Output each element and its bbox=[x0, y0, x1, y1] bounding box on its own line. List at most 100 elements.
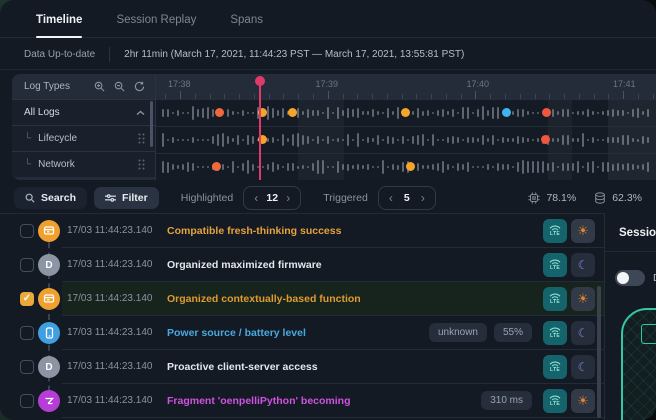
event-dot[interactable] bbox=[542, 108, 551, 117]
log-list: 17/03 11:44:23.140Compatible fresh-think… bbox=[0, 213, 604, 420]
row-checkbox[interactable] bbox=[20, 360, 34, 374]
triggered-value: 5 bbox=[399, 192, 415, 204]
tree-branch-icon: └ bbox=[24, 133, 31, 144]
event-dot[interactable] bbox=[406, 162, 415, 171]
event-dot[interactable] bbox=[502, 108, 511, 117]
ruler-tick bbox=[180, 91, 181, 99]
row-badge: 55% bbox=[494, 323, 532, 342]
network-lte-button[interactable]: LTE bbox=[543, 321, 567, 345]
triggered-label: Triggered bbox=[323, 192, 368, 204]
drag-handle-icon[interactable] bbox=[138, 159, 145, 170]
event-dot[interactable] bbox=[215, 108, 224, 117]
event-dot[interactable] bbox=[401, 108, 410, 117]
row-message: Organized maximized firmware bbox=[167, 259, 539, 271]
highlight-band bbox=[548, 100, 572, 126]
log-row[interactable]: 17/03 11:44:23.140 Power source / battery… bbox=[0, 316, 604, 350]
sun-mode-button[interactable]: ☀ bbox=[571, 389, 595, 413]
network-lte-button[interactable]: LTE bbox=[543, 219, 567, 243]
refresh-icon[interactable] bbox=[134, 81, 145, 92]
waveform-track-lifecycle[interactable] bbox=[156, 126, 656, 153]
triggered-prev-button[interactable]: ‹ bbox=[383, 191, 399, 205]
network-lte-button[interactable]: LTE bbox=[543, 389, 567, 413]
event-dot[interactable] bbox=[541, 135, 550, 144]
debug-icon: D bbox=[38, 356, 60, 378]
filter-button[interactable]: Filter bbox=[94, 187, 159, 209]
tab-spans[interactable]: Spans bbox=[230, 14, 263, 37]
session-toggle[interactable] bbox=[615, 270, 645, 286]
search-button[interactable]: Search bbox=[14, 187, 87, 209]
event-dot[interactable] bbox=[212, 162, 221, 171]
search-button-label: Search bbox=[41, 192, 76, 204]
moon-mode-button[interactable]: ☾ bbox=[571, 355, 595, 379]
log-types-scrollbar[interactable] bbox=[150, 101, 153, 147]
future-region bbox=[608, 154, 656, 180]
log-row[interactable]: 17/03 11:44:23.140Fragment 'oenpelliPyth… bbox=[0, 384, 604, 418]
log-row[interactable]: D17/03 11:44:23.140Organized maximized f… bbox=[0, 248, 604, 282]
resource-metrics: 78.1% 62.3% bbox=[528, 192, 656, 204]
zoom-out-icon[interactable] bbox=[114, 81, 125, 92]
future-region bbox=[608, 100, 656, 126]
drag-handle-icon[interactable] bbox=[138, 133, 145, 144]
log-row[interactable]: ✓17/03 11:44:23.140Organized contextuall… bbox=[0, 282, 604, 316]
ruler-label: 17:39 bbox=[316, 79, 339, 89]
row-checkbox[interactable] bbox=[20, 258, 34, 272]
highlighted-prev-button[interactable]: ‹ bbox=[248, 191, 264, 205]
row-checkbox[interactable]: ✓ bbox=[20, 292, 34, 306]
chevron-up-icon[interactable] bbox=[136, 110, 145, 116]
event-dot[interactable] bbox=[288, 108, 297, 117]
time-range-label: 2hr 11min (March 17, 2021, 11:44:23 PST … bbox=[124, 49, 464, 60]
track-label-text: All Logs bbox=[24, 107, 136, 118]
ruler-tick bbox=[475, 91, 476, 99]
triggered-next-button[interactable]: › bbox=[415, 191, 431, 205]
network-lte-button[interactable]: LTE bbox=[543, 355, 567, 379]
row-message: Organized contextually-based function bbox=[167, 293, 539, 305]
network-lte-button[interactable]: LTE bbox=[543, 253, 567, 277]
cpu-value: 78.1% bbox=[546, 192, 576, 204]
row-message: Power source / battery level bbox=[167, 327, 429, 339]
sun-mode-button[interactable]: ☀ bbox=[571, 287, 595, 311]
network-lte-button[interactable]: LTE bbox=[543, 287, 567, 311]
memory-metric: 62.3% bbox=[594, 192, 642, 204]
track-label-list: All Logs└Lifecycle└Network bbox=[12, 99, 155, 177]
row-badge: 310 ms bbox=[481, 391, 532, 410]
divider bbox=[109, 47, 110, 62]
timeline-panel: Log Types All Logs└Lifecycle└Network 17:… bbox=[12, 74, 656, 180]
moon-mode-button[interactable]: ☾ bbox=[571, 321, 595, 345]
playhead[interactable] bbox=[259, 76, 261, 180]
debug-icon: D bbox=[38, 254, 60, 276]
log-list-scrollbar[interactable] bbox=[597, 286, 601, 418]
future-region bbox=[608, 127, 656, 153]
tab-timeline[interactable]: Timeline bbox=[36, 14, 82, 37]
zoom-in-icon[interactable] bbox=[94, 81, 105, 92]
log-types-column: Log Types All Logs└Lifecycle└Network bbox=[12, 74, 155, 180]
highlight-band bbox=[298, 127, 344, 153]
highlighted-next-button[interactable]: › bbox=[280, 191, 296, 205]
code-icon bbox=[38, 390, 60, 412]
row-timestamp: 17/03 11:44:23.140 bbox=[67, 327, 153, 338]
row-checkbox[interactable] bbox=[20, 224, 34, 238]
highlight-band bbox=[298, 154, 344, 180]
moon-mode-button[interactable]: ☾ bbox=[571, 253, 595, 277]
tab-session-replay[interactable]: Session Replay bbox=[116, 14, 196, 37]
row-message: Proactive client-server access bbox=[167, 361, 539, 373]
track-label-lifecycle[interactable]: └Lifecycle bbox=[12, 125, 155, 151]
track-label-text: Network bbox=[38, 159, 138, 170]
info-bar: Data Up-to-date 2hr 11min (March 17, 202… bbox=[0, 39, 656, 70]
waveform bbox=[156, 127, 656, 153]
track-label-network[interactable]: └Network bbox=[12, 151, 155, 177]
ruler-label: 17:38 bbox=[168, 79, 191, 89]
highlight-band bbox=[548, 127, 572, 153]
highlighted-stepper: ‹ 12 › bbox=[243, 186, 301, 210]
sun-mode-button[interactable]: ☀ bbox=[571, 219, 595, 243]
log-row[interactable]: 17/03 11:44:23.140Compatible fresh-think… bbox=[0, 214, 604, 248]
filter-button-label: Filter bbox=[122, 192, 148, 204]
tab-bar: Timeline Session Replay Spans bbox=[0, 0, 656, 38]
memory-value: 62.3% bbox=[612, 192, 642, 204]
row-checkbox[interactable] bbox=[20, 326, 34, 340]
row-checkbox[interactable] bbox=[20, 394, 34, 408]
track-label-all-logs[interactable]: All Logs bbox=[12, 99, 155, 125]
log-row[interactable]: D17/03 11:44:23.140Proactive client-serv… bbox=[0, 350, 604, 384]
highlight-band bbox=[548, 154, 572, 180]
highlighted-label: Highlighted bbox=[181, 192, 234, 204]
ruler-label: 17:40 bbox=[467, 79, 490, 89]
